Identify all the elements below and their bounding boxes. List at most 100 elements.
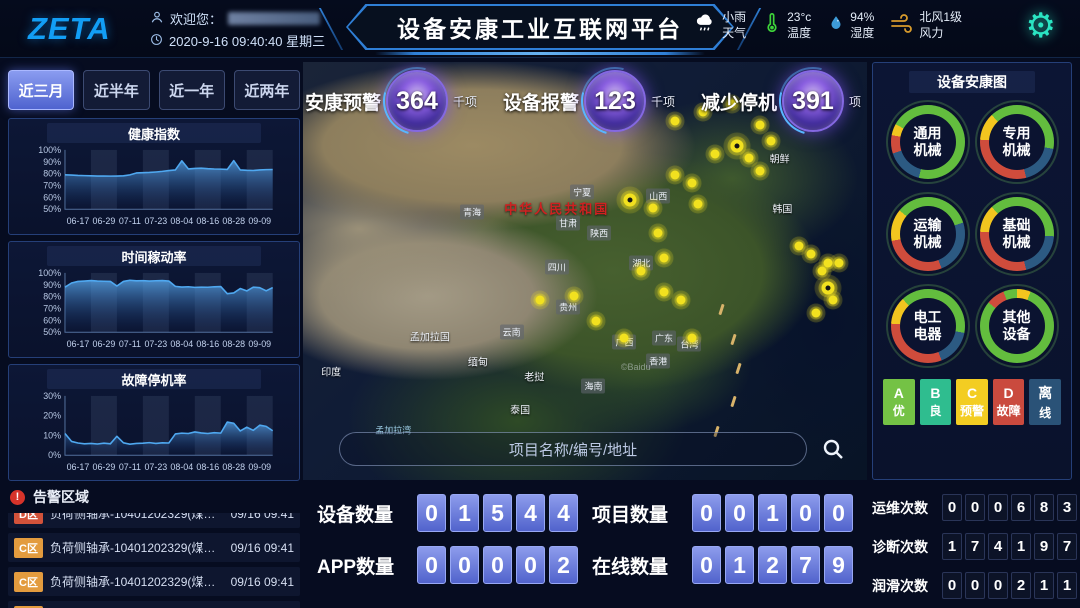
alert-row[interactable]: D区负荷侧轴承-10401202329(煤气引风机电...09/16 09:41 [8,513,300,528]
map-label-province: 甘肃 [556,215,580,230]
gauge-label: 电工电器 [900,298,956,354]
project-marker-dot[interactable] [829,296,838,305]
health-legend: A优B良C预警D故障离线 [883,379,1061,425]
svg-text:09-09: 09-09 [248,216,271,226]
map-label-country: 老挝 [524,368,544,383]
kpi-unit: 项 [849,93,861,110]
project-marker-dot[interactable] [535,296,544,305]
project-marker-dot[interactable] [755,166,764,175]
counter-digits: 00002 [417,546,578,584]
svg-text:07-11: 07-11 [119,462,141,472]
project-marker-dot[interactable] [821,281,834,294]
kpi-label: 安康预警 [305,88,381,115]
panel-title: 设备安康图 [909,71,1035,93]
counter-digits: 01279 [692,546,853,584]
project-marker-dot[interactable] [795,241,804,250]
project-marker-dot[interactable] [744,154,753,163]
counter-label: 设备数量 [317,500,405,527]
alert-row[interactable]: C区负荷侧轴承-10401202329(煤气引风机电...09/16 09:41 [8,567,300,596]
time-filter-button[interactable]: 近半年 [83,70,149,110]
china-map[interactable]: 中华人民共和国青海宁夏山西甘肃陕西四川湖北贵州云南广西广东海南台湾香港朝鲜韩国孟… [303,62,867,480]
legend-grade: 离 [1038,383,1052,403]
project-marker-dot[interactable] [592,317,601,326]
project-marker-dot[interactable] [671,170,680,179]
svg-text:08-16: 08-16 [196,216,219,226]
gauge-label: 通用机械 [900,114,956,170]
health-gauge: 专用机械 [980,105,1054,179]
project-marker-dot[interactable] [823,258,832,267]
user-icon [150,10,164,27]
search-row: 项目名称/编号/地址 [339,432,845,466]
search-icon[interactable] [821,437,845,461]
legend-label: 预警 [960,402,984,419]
svg-text:08-28: 08-28 [222,339,245,349]
project-marker-dot[interactable] [688,333,697,342]
project-marker-dot[interactable] [624,193,637,206]
svg-text:07-11: 07-11 [119,339,141,349]
project-marker-dot[interactable] [648,204,657,213]
map-label-province: 山西 [646,188,670,203]
digit-box: 0 [417,494,446,532]
legend-label: 故障 [997,402,1021,419]
kpi-stat: 减少停机391项 [701,70,861,132]
alert-time: 09/16 09:41 [231,541,294,555]
project-marker-dot[interactable] [569,292,578,301]
weather-label: 湿度 [850,26,874,42]
project-marker-dot[interactable] [654,229,663,238]
project-marker-dot[interactable] [710,149,719,158]
health-gauge: 运输机械 [891,197,965,271]
counter-digits: 174197 [942,533,1077,560]
settings-gear-icon[interactable]: ⚙ [1026,6,1056,47]
kpi-unit: 千项 [453,93,477,110]
weather-label: 温度 [787,26,811,42]
legend-item: D故障 [993,379,1025,425]
alert-row[interactable]: C区齿轮箱输入端-10401202412(2#（2V）...09/16 09:4… [8,601,300,608]
weather-value: 北风1级 [919,10,962,26]
right-counters: 运维次数000683诊断次数174197润滑次数000211 [872,494,1072,599]
rain-cloud-icon [695,12,717,39]
left-column: 近三月近半年近一年近两年 健康指数100%90%80%70%60%50%06-1… [8,70,300,608]
project-marker-dot[interactable] [767,137,776,146]
map-label-province: 贵州 [556,299,580,314]
project-marker-dot[interactable] [637,267,646,276]
time-filter-button[interactable]: 近两年 [234,70,300,110]
project-marker-dot[interactable] [834,258,843,267]
legend-label: 优 [893,402,905,419]
map-label-country: 朝鲜 [770,151,790,166]
digit-box: 0 [965,572,985,599]
kpi-value: 123 [594,87,636,116]
wind-icon [890,13,914,38]
counter-digits: 01544 [417,494,578,532]
project-marker-dot[interactable] [817,267,826,276]
alert-row[interactable]: C区负荷侧轴承-10401202329(煤气引风机电...09/16 09:41 [8,533,300,562]
counter-digits: 000683 [942,494,1077,521]
svg-text:20%: 20% [43,411,61,421]
project-marker-dot[interactable] [659,254,668,263]
time-filter-button[interactable]: 近三月 [8,70,74,110]
project-marker-dot[interactable] [688,179,697,188]
time-filter-button[interactable]: 近一年 [159,70,225,110]
welcome-block: 欢迎您： 2020-9-16 09:40:40 星期三 [150,9,325,50]
map-label-country: 韩国 [772,201,792,216]
counter-digits: 00100 [692,494,853,532]
counter-label: 运维次数 [872,498,934,518]
alerts-title: 告警区域 [33,487,89,507]
project-marker-dot[interactable] [676,296,685,305]
legend-item: C预警 [956,379,988,425]
kpi-stat: 设备报警123千项 [503,70,675,132]
chart-title: 健康指数 [47,123,261,143]
digit-box: 0 [417,546,446,584]
search-input[interactable]: 项目名称/编号/地址 [339,432,807,466]
project-marker-dot[interactable] [812,308,821,317]
svg-text:06-17: 06-17 [67,216,90,226]
digit-box: 0 [965,494,985,521]
project-marker-dot[interactable] [693,200,702,209]
weather-value: 23°c [787,10,811,26]
map-boundary-dash [736,363,742,374]
digit-box: 7 [965,533,985,560]
project-marker-dot[interactable] [806,250,815,259]
project-marker-dot[interactable] [659,287,668,296]
project-marker-dot[interactable] [731,139,744,152]
gauge-label: 运输机械 [900,206,956,262]
project-marker-dot[interactable] [620,333,629,342]
